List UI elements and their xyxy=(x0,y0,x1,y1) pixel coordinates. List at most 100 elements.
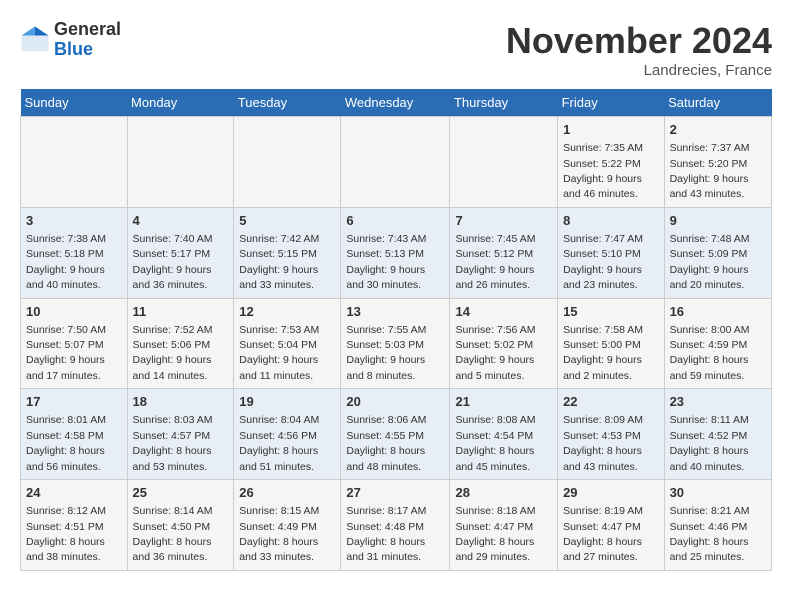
page-header: General Blue November 2024 Landrecies, F… xyxy=(20,20,772,79)
day-number: 27 xyxy=(346,484,444,502)
logo-text: General Blue xyxy=(54,20,121,60)
day-info: Sunrise: 8:17 AM Sunset: 4:48 PM Dayligh… xyxy=(346,505,426,563)
calendar-cell: 15 Sunrise: 7:58 AM Sunset: 5:00 PM Dayli… xyxy=(558,298,665,389)
logo-general-text: General xyxy=(54,20,121,40)
calendar-cell: 9 Sunrise: 7:48 AM Sunset: 5:09 PM Daylig… xyxy=(664,207,771,298)
calendar-cell: 13Sunrise: 7:55 AM Sunset: 5:03 PM Dayli… xyxy=(341,298,450,389)
calendar-cell: 5Sunrise: 7:42 AM Sunset: 5:15 PM Daylig… xyxy=(234,207,341,298)
day-number: 28 xyxy=(455,484,552,502)
day-header-friday: Friday xyxy=(558,89,665,117)
day-number: 22 xyxy=(563,393,659,411)
calendar-cell: 18 Sunrise: 8:03 AM Sunset: 4:57 PM Dayli… xyxy=(127,389,234,480)
logo-icon xyxy=(20,25,50,55)
day-number: 13 xyxy=(346,303,444,321)
calendar-cell: 22 Sunrise: 8:09 AM Sunset: 4:53 PM Dayli… xyxy=(558,389,665,480)
calendar-cell xyxy=(450,117,558,208)
day-info: Sunrise: 8:18 AM Sunset: 4:47 PM Dayligh… xyxy=(455,505,535,563)
day-info: Sunrise: 7:38 AM Sunset: 5:18 PM Dayligh… xyxy=(26,233,106,291)
day-info: Sunrise: 7:48 AM Sunset: 5:09 PM Dayligh… xyxy=(670,233,750,291)
logo: General Blue xyxy=(20,20,121,60)
day-number: 4 xyxy=(133,212,229,230)
day-info: Sunrise: 8:11 AM Sunset: 4:52 PM Dayligh… xyxy=(670,414,749,472)
day-number: 19 xyxy=(239,393,335,411)
day-info: Sunrise: 7:50 AM Sunset: 5:07 PM Dayligh… xyxy=(26,324,106,382)
day-info: Sunrise: 7:58 AM Sunset: 5:00 PM Dayligh… xyxy=(563,324,643,382)
day-number: 23 xyxy=(670,393,766,411)
day-number: 9 xyxy=(670,212,766,230)
calendar-week-row: 1 Sunrise: 7:35 AM Sunset: 5:22 PM Daylig… xyxy=(21,117,772,208)
calendar-cell: 14 Sunrise: 7:56 AM Sunset: 5:02 PM Dayli… xyxy=(450,298,558,389)
day-info: Sunrise: 7:56 AM Sunset: 5:02 PM Dayligh… xyxy=(455,324,535,382)
calendar-cell: 16Sunrise: 8:00 AM Sunset: 4:59 PM Dayli… xyxy=(664,298,771,389)
day-number: 8 xyxy=(563,212,659,230)
calendar-table: SundayMondayTuesdayWednesdayThursdayFrid… xyxy=(20,89,772,571)
calendar-cell: 20 Sunrise: 8:06 AM Sunset: 4:55 PM Dayli… xyxy=(341,389,450,480)
day-number: 3 xyxy=(26,212,122,230)
day-info: Sunrise: 7:47 AM Sunset: 5:10 PM Dayligh… xyxy=(563,233,643,291)
day-info: Sunrise: 8:04 AM Sunset: 4:56 PM Dayligh… xyxy=(239,414,319,472)
calendar-cell: 25 Sunrise: 8:14 AM Sunset: 4:50 PM Dayli… xyxy=(127,480,234,571)
day-number: 2 xyxy=(670,121,766,139)
calendar-cell: 8 Sunrise: 7:47 AM Sunset: 5:10 PM Daylig… xyxy=(558,207,665,298)
day-info: Sunrise: 8:03 AM Sunset: 4:57 PM Dayligh… xyxy=(133,414,213,472)
calendar-cell: 26Sunrise: 8:15 AM Sunset: 4:49 PM Dayli… xyxy=(234,480,341,571)
day-number: 26 xyxy=(239,484,335,502)
calendar-cell: 27 Sunrise: 8:17 AM Sunset: 4:48 PM Dayli… xyxy=(341,480,450,571)
calendar-cell: 12 Sunrise: 7:53 AM Sunset: 5:04 PM Dayli… xyxy=(234,298,341,389)
day-number: 10 xyxy=(26,303,122,321)
calendar-cell: 21 Sunrise: 8:08 AM Sunset: 4:54 PM Dayli… xyxy=(450,389,558,480)
day-number: 1 xyxy=(563,121,659,139)
calendar-week-row: 3 Sunrise: 7:38 AM Sunset: 5:18 PM Daylig… xyxy=(21,207,772,298)
logo-blue-text: Blue xyxy=(54,40,121,60)
day-header-thursday: Thursday xyxy=(450,89,558,117)
day-number: 24 xyxy=(26,484,122,502)
day-header-monday: Monday xyxy=(127,89,234,117)
calendar-cell: 7 Sunrise: 7:45 AM Sunset: 5:12 PM Daylig… xyxy=(450,207,558,298)
day-info: Sunrise: 8:14 AM Sunset: 4:50 PM Dayligh… xyxy=(133,505,213,563)
calendar-cell: 17 Sunrise: 8:01 AM Sunset: 4:58 PM Dayli… xyxy=(21,389,128,480)
day-number: 14 xyxy=(455,303,552,321)
calendar-cell: 11Sunrise: 7:52 AM Sunset: 5:06 PM Dayli… xyxy=(127,298,234,389)
day-info: Sunrise: 7:43 AM Sunset: 5:13 PM Dayligh… xyxy=(346,233,426,291)
day-number: 21 xyxy=(455,393,552,411)
day-number: 17 xyxy=(26,393,122,411)
calendar-cell: 2 Sunrise: 7:37 AM Sunset: 5:20 PM Daylig… xyxy=(664,117,771,208)
calendar-cell xyxy=(21,117,128,208)
day-number: 7 xyxy=(455,212,552,230)
day-number: 15 xyxy=(563,303,659,321)
day-number: 30 xyxy=(670,484,766,502)
calendar-cell xyxy=(127,117,234,208)
calendar-header-row: SundayMondayTuesdayWednesdayThursdayFrid… xyxy=(21,89,772,117)
calendar-cell: 29Sunrise: 8:19 AM Sunset: 4:47 PM Dayli… xyxy=(558,480,665,571)
calendar-cell: 1 Sunrise: 7:35 AM Sunset: 5:22 PM Daylig… xyxy=(558,117,665,208)
day-number: 12 xyxy=(239,303,335,321)
day-info: Sunrise: 8:09 AM Sunset: 4:53 PM Dayligh… xyxy=(563,414,643,472)
day-info: Sunrise: 7:40 AM Sunset: 5:17 PM Dayligh… xyxy=(133,233,213,291)
month-title: November 2024 xyxy=(506,20,772,62)
calendar-cell: 3 Sunrise: 7:38 AM Sunset: 5:18 PM Daylig… xyxy=(21,207,128,298)
day-info: Sunrise: 8:01 AM Sunset: 4:58 PM Dayligh… xyxy=(26,414,106,472)
day-header-saturday: Saturday xyxy=(664,89,771,117)
day-info: Sunrise: 7:53 AM Sunset: 5:04 PM Dayligh… xyxy=(239,324,319,382)
day-number: 20 xyxy=(346,393,444,411)
day-info: Sunrise: 7:37 AM Sunset: 5:20 PM Dayligh… xyxy=(670,142,750,200)
day-header-tuesday: Tuesday xyxy=(234,89,341,117)
calendar-cell: 24Sunrise: 8:12 AM Sunset: 4:51 PM Dayli… xyxy=(21,480,128,571)
calendar-week-row: 24Sunrise: 8:12 AM Sunset: 4:51 PM Dayli… xyxy=(21,480,772,571)
day-info: Sunrise: 8:08 AM Sunset: 4:54 PM Dayligh… xyxy=(455,414,535,472)
day-info: Sunrise: 7:42 AM Sunset: 5:15 PM Dayligh… xyxy=(239,233,319,291)
day-info: Sunrise: 7:35 AM Sunset: 5:22 PM Dayligh… xyxy=(563,142,643,200)
day-info: Sunrise: 7:45 AM Sunset: 5:12 PM Dayligh… xyxy=(455,233,535,291)
day-number: 11 xyxy=(133,303,229,321)
calendar-cell: 30Sunrise: 8:21 AM Sunset: 4:46 PM Dayli… xyxy=(664,480,771,571)
day-header-wednesday: Wednesday xyxy=(341,89,450,117)
day-info: Sunrise: 8:00 AM Sunset: 4:59 PM Dayligh… xyxy=(670,324,750,382)
location: Landrecies, France xyxy=(506,62,772,79)
calendar-cell: 6Sunrise: 7:43 AM Sunset: 5:13 PM Daylig… xyxy=(341,207,450,298)
day-info: Sunrise: 8:06 AM Sunset: 4:55 PM Dayligh… xyxy=(346,414,426,472)
title-block: November 2024 Landrecies, France xyxy=(506,20,772,79)
day-number: 25 xyxy=(133,484,229,502)
day-number: 18 xyxy=(133,393,229,411)
calendar-cell: 28 Sunrise: 8:18 AM Sunset: 4:47 PM Dayli… xyxy=(450,480,558,571)
day-header-sunday: Sunday xyxy=(21,89,128,117)
